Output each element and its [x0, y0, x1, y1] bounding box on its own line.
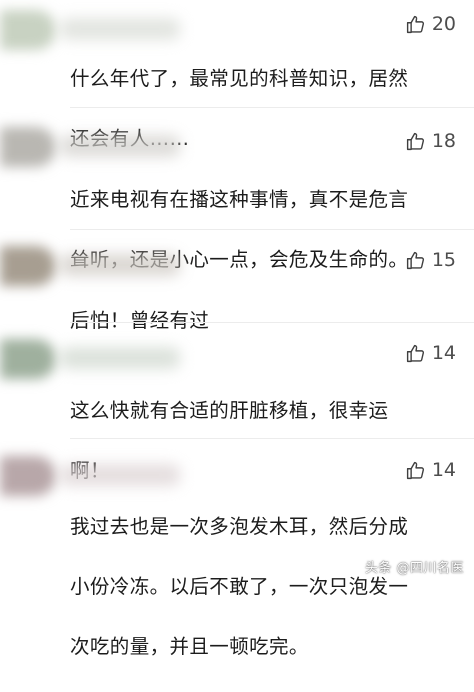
- avatar[interactable]: [0, 246, 56, 286]
- comment-line: 小份冷冻。以后不敢了，一次只泡发一: [70, 575, 409, 598]
- thumbs-up-icon: [405, 460, 426, 481]
- thumbs-up-icon: [405, 343, 426, 364]
- thumbs-up-icon: [405, 131, 426, 152]
- comment-text: 我过去也是一次多泡发木耳，然后分成 小份冷冻。以后不敢了，一次只泡发一 次吃的量…: [70, 482, 462, 692]
- thumbs-up-icon: [405, 250, 426, 271]
- like-count: 15: [431, 249, 456, 271]
- divider: [70, 229, 474, 230]
- comment-line: 什么年代了，最常见的科普知识，居然: [70, 67, 409, 90]
- avatar[interactable]: [0, 456, 56, 496]
- avatar[interactable]: [0, 339, 56, 379]
- comment-line: 次吃的量，并且一顿吃完。: [70, 635, 309, 658]
- like-count: 14: [431, 342, 456, 364]
- like-button[interactable]: 14: [405, 456, 456, 484]
- avatar[interactable]: [0, 127, 56, 167]
- thumbs-up-icon: [405, 14, 426, 35]
- comment-line: 后怕！曾经有过: [70, 309, 210, 332]
- source-watermark: 头条 @四川名医: [364, 561, 464, 576]
- comment-line: 这么快就有合适的肝脏移植，很幸运: [70, 399, 389, 422]
- like-count: 18: [431, 130, 456, 152]
- comment-list: 20 什么年代了，最常见的科普知识，居然 还会有人…… 18 近来电视有在播这种…: [0, 0, 474, 658]
- like-button[interactable]: 15: [405, 246, 456, 274]
- divider: [70, 107, 474, 108]
- avatar[interactable]: [0, 10, 56, 50]
- divider: [70, 438, 474, 439]
- comment-line: 我过去也是一次多泡发木耳，然后分成: [70, 515, 409, 538]
- like-button[interactable]: 14: [405, 339, 456, 367]
- comment-line: 近来电视有在播这种事情，真不是危言: [70, 188, 409, 211]
- username[interactable]: [60, 254, 180, 276]
- divider: [70, 322, 474, 323]
- username[interactable]: [60, 135, 180, 157]
- like-count: 20: [431, 13, 456, 35]
- like-button[interactable]: 18: [405, 127, 456, 155]
- like-count: 14: [431, 459, 456, 481]
